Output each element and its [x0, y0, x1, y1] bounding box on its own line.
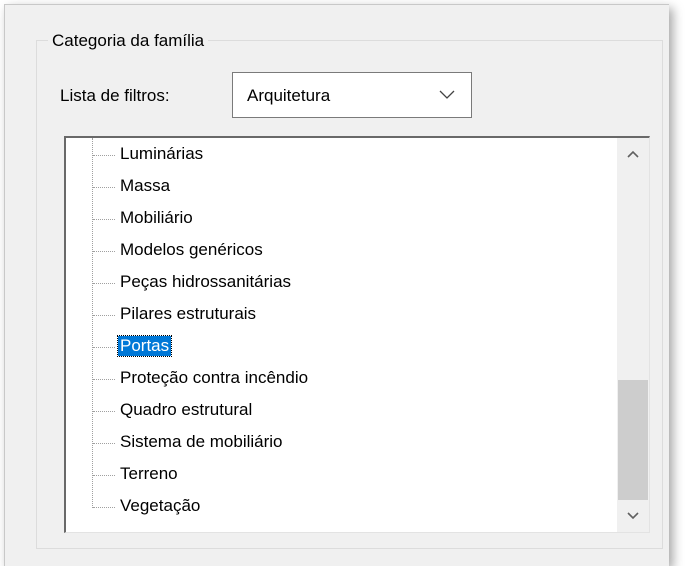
filter-list-value: Arquitetura [247, 86, 331, 105]
tree-item-label: Vegetação [120, 496, 201, 515]
tree-connector [93, 315, 115, 316]
category-tree[interactable]: Luminárias Massa Mobiliário Modelos genéric… [64, 136, 650, 533]
tree-item[interactable]: Peças hidrossanitárias [66, 267, 618, 299]
tree-item[interactable]: Sistema de mobiliário [66, 427, 618, 459]
tree-item-label: Proteção contra incêndio [120, 368, 309, 387]
tree-item-label: Modelos genéricos [120, 240, 263, 259]
tree-connector [93, 507, 115, 508]
tree-connector [93, 251, 115, 252]
scroll-down-icon[interactable] [617, 500, 649, 532]
tree-item-label: Peças hidrossanitárias [120, 272, 292, 291]
tree-item-label: Sistema de mobiliário [120, 432, 283, 451]
tree-connector [93, 155, 115, 156]
category-tree-list: Luminárias Massa Mobiliário Modelos genéric… [66, 138, 618, 532]
tree-connector [93, 475, 115, 476]
tree-item-label: Pilares estruturais [120, 304, 257, 323]
tree-connector [93, 283, 115, 284]
tree-item[interactable]: Luminárias [66, 139, 618, 171]
filter-list-dropdown[interactable]: Arquitetura [232, 72, 472, 118]
tree-item[interactable]: Vegetação [66, 491, 618, 523]
group-title: Categoria da família [48, 31, 209, 51]
scroll-up-icon[interactable] [617, 138, 649, 170]
tree-item[interactable]: Mobiliário [66, 203, 618, 235]
tree-item[interactable]: Modelos genéricos [66, 235, 618, 267]
vertical-scrollbar[interactable] [617, 138, 649, 532]
tree-connector [93, 411, 115, 412]
tree-item-label: Portas [116, 335, 173, 357]
tree-item[interactable]: Terreno [66, 459, 618, 491]
tree-connector [93, 347, 115, 348]
tree-item[interactable]: Massa [66, 171, 618, 203]
chevron-down-icon [439, 90, 455, 99]
tree-item[interactable]: Quadro estrutural [66, 395, 618, 427]
tree-connector [93, 219, 115, 220]
filter-list-label: Lista de filtros: [60, 86, 170, 105]
tree-item-label: Mobiliário [120, 208, 193, 227]
tree-item-label: Quadro estrutural [120, 400, 253, 419]
tree-item[interactable]: Proteção contra incêndio [66, 363, 618, 395]
tree-item[interactable]: Pilares estruturais [66, 299, 618, 331]
tree-connector [93, 379, 115, 380]
tree-item-label: Terreno [120, 464, 178, 483]
tree-item[interactable]: Portas [66, 331, 618, 363]
tree-connector [93, 443, 115, 444]
tree-connector [93, 187, 115, 188]
tree-item-label: Luminárias [120, 144, 204, 163]
scroll-thumb[interactable] [618, 380, 648, 500]
tree-item-label: Massa [120, 176, 171, 195]
